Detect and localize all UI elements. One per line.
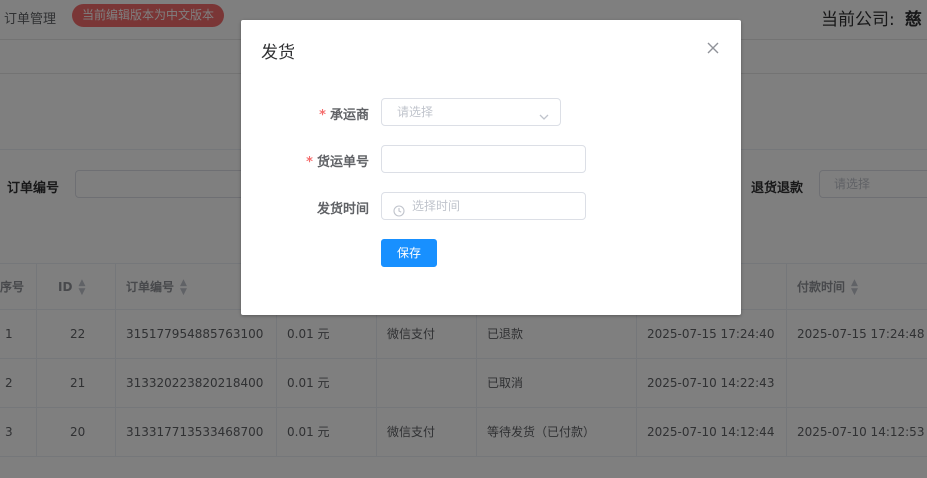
required-mark: * [319,108,326,123]
clock-icon [393,200,405,217]
tracking-no-input[interactable] [381,145,586,173]
carrier-select[interactable]: 请选择 [381,98,561,126]
carrier-label: * 承运商 [319,108,369,123]
ship-time-placeholder: 选择时间 [412,199,461,213]
close-icon[interactable] [705,40,721,56]
save-button[interactable]: 保存 [381,239,437,267]
required-mark: * [306,155,313,170]
chevron-down-icon[interactable] [538,106,550,120]
carrier-placeholder: 请选择 [397,105,434,119]
dialog-title: 发货 [261,43,295,63]
tracking-no-label: * 货运单号 [306,155,369,170]
ship-dialog: 发货 * 承运商 请选择 * 货运单号 发货时间 选择时间 保存 [241,20,741,315]
ship-time-picker[interactable]: 选择时间 [381,192,586,220]
ship-time-label: 发货时间 [316,202,369,217]
